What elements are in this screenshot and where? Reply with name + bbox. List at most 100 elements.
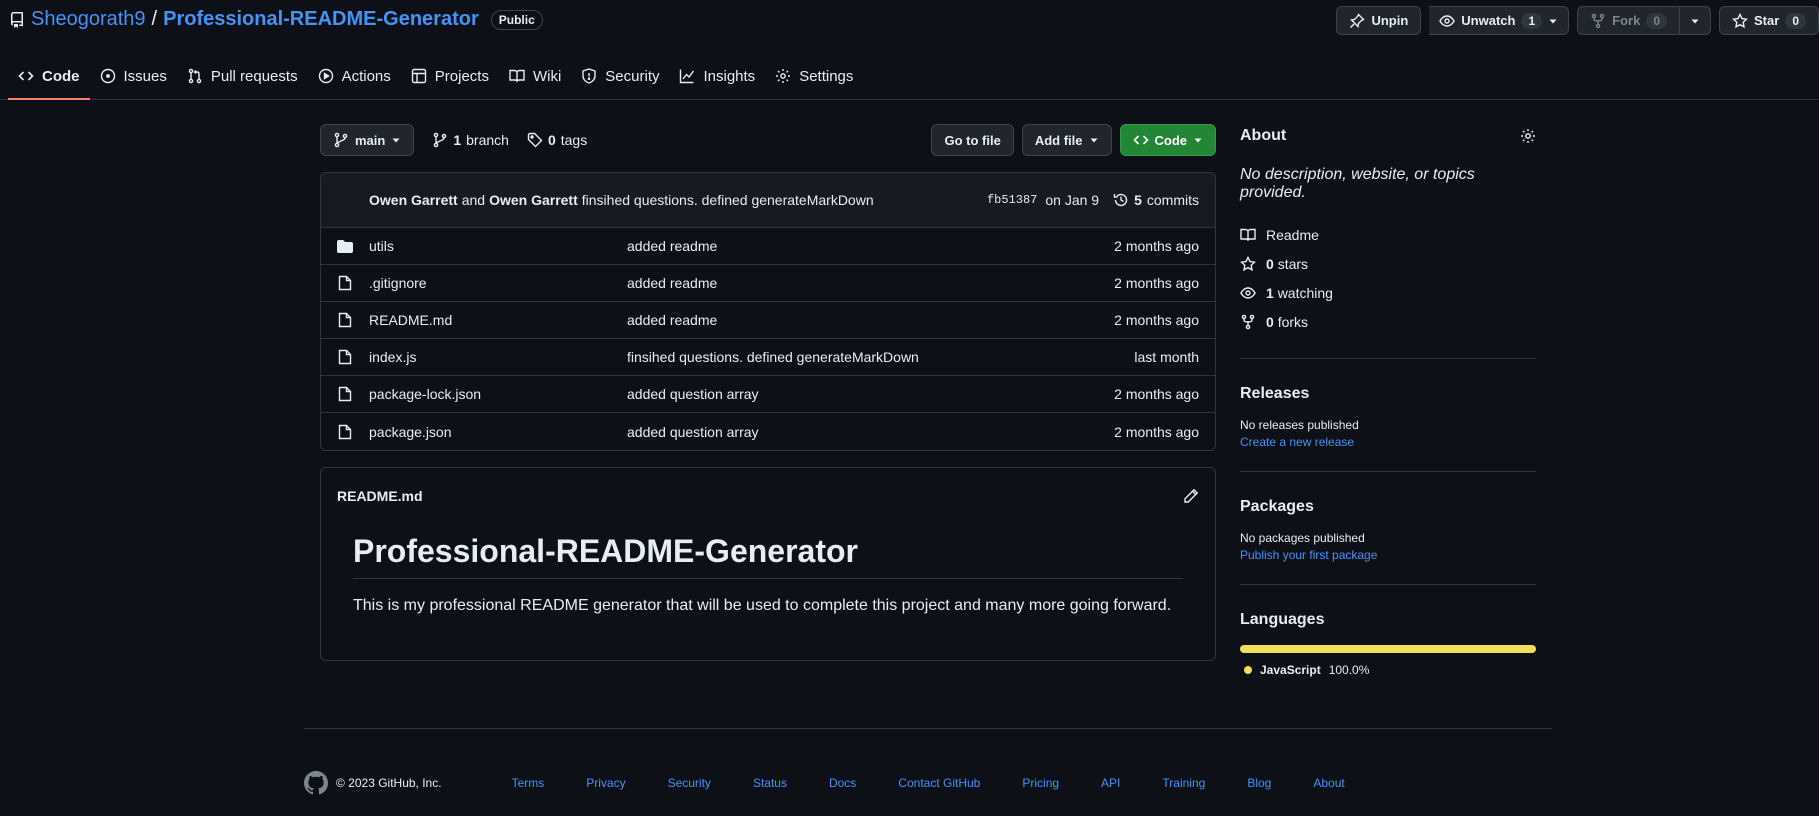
pencil-icon[interactable]	[1183, 488, 1199, 504]
tab-pull-requests[interactable]: Pull requests	[177, 60, 308, 92]
file-toolbar: main 1 branch 0 tags Go to file Add file…	[320, 124, 1216, 156]
file-browser: Owen Garrett and Owen Garrett finsihed q…	[320, 172, 1216, 451]
tab-label: Insights	[703, 67, 756, 85]
readme-link[interactable]: Readme	[1240, 220, 1536, 249]
repo-header: Sheogorath9 / Professional-README-Genera…	[0, 0, 1819, 100]
github-logo-icon[interactable]	[304, 771, 328, 795]
file-name-link[interactable]: README.md	[369, 312, 627, 328]
file-row-package-lock[interactable]: package-lock.json added question array 2…	[321, 376, 1215, 413]
file-name-link[interactable]: .gitignore	[369, 275, 627, 291]
fork-button-group: Fork 0	[1577, 6, 1712, 35]
star-button[interactable]: Star 0	[1719, 6, 1819, 35]
readme-heading: Professional-README-Generator	[353, 533, 1183, 579]
tab-projects[interactable]: Projects	[401, 60, 499, 92]
file-commit-message[interactable]: added readme	[627, 275, 1114, 291]
file-commit-message[interactable]: added question array	[627, 424, 1114, 440]
stars-count: 0	[1266, 255, 1274, 272]
branch-select-button[interactable]: main	[320, 124, 415, 156]
tag-count: 0	[547, 132, 556, 148]
publish-package-link[interactable]: Publish your first package	[1240, 548, 1536, 562]
packages-title[interactable]: Packages	[1240, 498, 1536, 516]
repo-name-link[interactable]: Professional-README-Generator	[163, 8, 479, 31]
footer-link-blog[interactable]: Blog	[1247, 776, 1271, 790]
readme-paragraph: This is my professional README generator…	[353, 597, 1172, 614]
file-name-link[interactable]: index.js	[369, 349, 627, 365]
branch-count: 1	[453, 132, 462, 148]
file-row-gitignore[interactable]: .gitignore added readme 2 months ago	[321, 265, 1215, 302]
tab-code[interactable]: Code	[8, 60, 90, 100]
commit-author-link[interactable]: Owen Garrett	[369, 192, 458, 208]
stars-link[interactable]: 0 stars	[1240, 249, 1536, 278]
fork-label: Fork	[1612, 13, 1641, 28]
releases-title[interactable]: Releases	[1240, 385, 1536, 403]
file-row-package[interactable]: package.json added question array 2 mont…	[321, 413, 1215, 450]
commit-coauthor-link[interactable]: Owen Garrett	[489, 192, 578, 208]
footer-link-security[interactable]: Security	[668, 776, 711, 790]
footer-link-status[interactable]: Status	[753, 776, 787, 790]
footer-link-pricing[interactable]: Pricing	[1022, 776, 1059, 790]
about-stats: Readme 0 stars 1 watching 0 forks	[1240, 220, 1536, 336]
file-name-link[interactable]: package-lock.json	[369, 386, 627, 402]
watchers-link[interactable]: 1 watching	[1240, 278, 1536, 307]
fork-icon	[1590, 13, 1606, 29]
footer-link-contact[interactable]: Contact GitHub	[898, 776, 980, 790]
commits-history-link[interactable]: 5 commits	[1113, 192, 1199, 208]
tab-wiki[interactable]: Wiki	[499, 60, 571, 92]
branches-link[interactable]: 1 branch	[432, 132, 509, 148]
toolbar-right: Go to file Add file Code	[931, 124, 1216, 156]
tab-security[interactable]: Security	[571, 60, 669, 92]
footer-link-docs[interactable]: Docs	[829, 776, 856, 790]
language-item[interactable]: JavaScript 100.0%	[1240, 663, 1536, 677]
footer-link-privacy[interactable]: Privacy	[586, 776, 625, 790]
packages-text: No packages published	[1240, 531, 1365, 545]
go-to-file-button[interactable]: Go to file	[931, 124, 1014, 156]
eye-icon	[1240, 285, 1256, 301]
file-commit-message[interactable]: added question array	[627, 386, 1114, 402]
file-icon	[337, 312, 353, 328]
forks-link[interactable]: 0 forks	[1240, 307, 1536, 336]
file-icon	[337, 349, 353, 365]
repo-title: Sheogorath9 / Professional-README-Genera…	[9, 8, 543, 31]
file-row-readme[interactable]: README.md added readme 2 months ago	[321, 302, 1215, 339]
commit-message-link[interactable]: finsihed questions. defined generateMark…	[582, 192, 874, 208]
star-label: Star	[1754, 13, 1780, 28]
tab-actions[interactable]: Actions	[308, 60, 401, 92]
footer-link-training[interactable]: Training	[1162, 776, 1205, 790]
create-release-link[interactable]: Create a new release	[1240, 435, 1536, 449]
footer-link-api[interactable]: API	[1101, 776, 1120, 790]
tab-label: Actions	[341, 67, 391, 85]
tab-issues[interactable]: Issues	[90, 60, 177, 92]
repo-sidebar: About No description, website, or topics…	[1240, 124, 1536, 677]
tab-settings[interactable]: Settings	[765, 60, 863, 92]
file-commit-message[interactable]: added readme	[627, 238, 1114, 254]
unwatch-label: Unwatch	[1461, 13, 1516, 28]
fork-button[interactable]: Fork 0	[1577, 6, 1681, 35]
fork-dropdown-button[interactable]	[1680, 6, 1712, 35]
readme-filename-link[interactable]: README.md	[337, 488, 423, 504]
file-commit-message[interactable]: finsihed questions. defined generateMark…	[627, 349, 1134, 365]
file-commit-message[interactable]: added readme	[627, 312, 1114, 328]
footer-copyright: © 2023 GitHub, Inc.	[304, 771, 442, 795]
file-icon	[337, 275, 353, 291]
tab-insights[interactable]: Insights	[669, 60, 765, 92]
book-icon	[1240, 227, 1256, 243]
footer-link-terms[interactable]: Terms	[512, 776, 545, 790]
file-name-link[interactable]: package.json	[369, 424, 627, 440]
code-button[interactable]: Code	[1119, 124, 1216, 156]
tab-label: Settings	[799, 67, 854, 85]
commit-sha-link[interactable]: fb51387	[987, 193, 1037, 207]
repo-owner-link[interactable]: Sheogorath9	[31, 8, 146, 31]
footer-link-about[interactable]: About	[1313, 776, 1344, 790]
caret-down-icon	[1548, 16, 1558, 26]
file-name-link[interactable]: utils	[369, 238, 627, 254]
file-row-index[interactable]: index.js finsihed questions. defined gen…	[321, 339, 1215, 376]
add-file-button[interactable]: Add file	[1021, 124, 1112, 156]
gear-icon[interactable]	[1520, 128, 1536, 144]
file-row-utils[interactable]: utils added readme 2 months ago	[321, 228, 1215, 265]
play-icon	[318, 68, 334, 84]
unwatch-button[interactable]: Unwatch 1	[1429, 6, 1570, 35]
unpin-button[interactable]: Unpin	[1336, 6, 1422, 35]
tags-link[interactable]: 0 tags	[527, 132, 587, 148]
stars-label: stars	[1277, 255, 1309, 272]
visibility-badge: Public	[490, 9, 543, 30]
